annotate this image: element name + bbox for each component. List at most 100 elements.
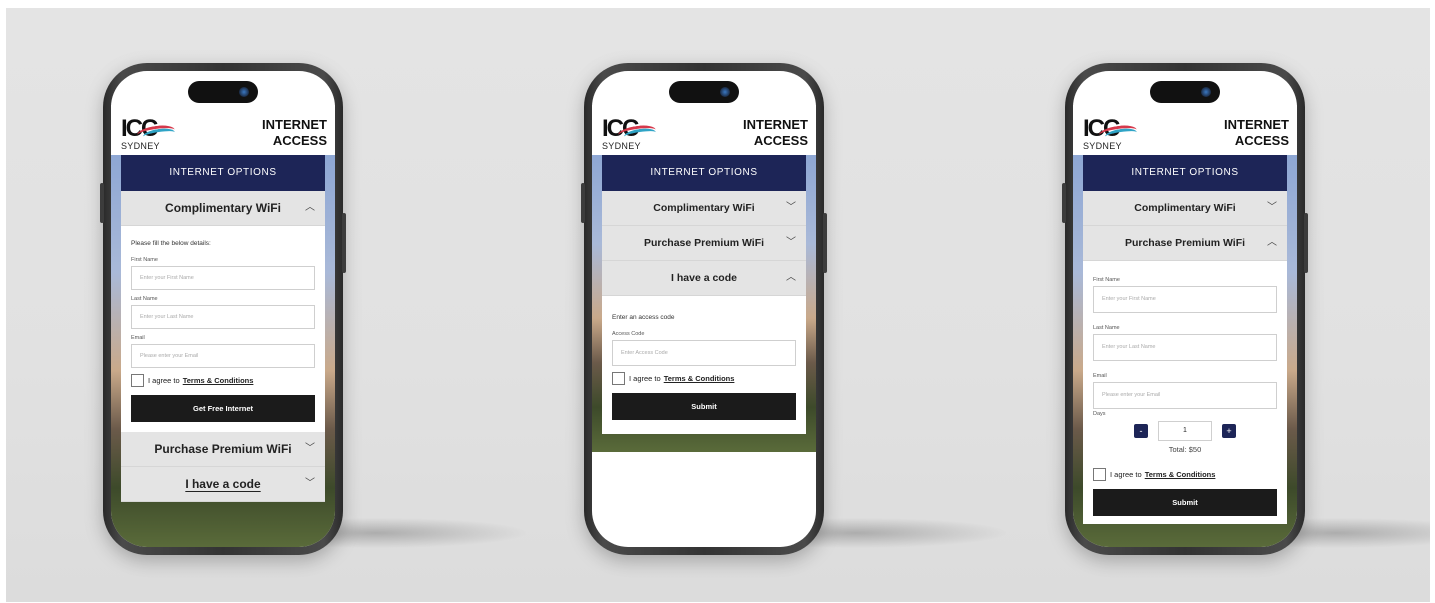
side-button	[342, 213, 346, 273]
internet-options-header: INTERNET OPTIONS	[121, 155, 325, 191]
logo-city: SYDNEY	[1083, 141, 1122, 151]
title-line-2: ACCESS	[272, 133, 327, 148]
phone-screen: ICC SYDNEY INTERNET ACCESS INTERNET OPTI…	[592, 71, 816, 547]
accordion-label: Purchase Premium WiFi	[643, 237, 765, 249]
options-panel: INTERNET OPTIONS Complimentary WiFi ﹀ Pu…	[602, 155, 806, 434]
increment-button[interactable]: +	[1222, 424, 1236, 438]
form-intro: Enter an access code	[612, 314, 675, 321]
terms-agreement: I agree to Terms & Conditions	[612, 372, 796, 385]
last-name-label: Last Name	[131, 296, 158, 302]
access-code-input[interactable]: Enter Access Code	[612, 340, 796, 366]
accordion-label: Purchase Premium WiFi	[1124, 237, 1246, 249]
title-line-2: ACCESS	[753, 133, 808, 148]
days-label: Days	[1093, 411, 1106, 417]
chevron-up-icon: ︿	[1267, 237, 1277, 248]
title-line-1: INTERNET	[1224, 117, 1289, 132]
premium-form: First Name Enter your First Name Last Na…	[1083, 261, 1287, 524]
decrement-button[interactable]: -	[1134, 424, 1148, 438]
phone-complimentary: ICC SYDNEY INTERNET ACCESS INTERNET OPTI…	[100, 63, 346, 555]
terms-agreement: I agree to Terms & Conditions	[1093, 468, 1277, 481]
first-name-input[interactable]: Enter your First Name	[1093, 286, 1277, 313]
accordion-complimentary-wifi[interactable]: Complimentary WiFi ﹀	[1083, 191, 1287, 226]
options-panel: INTERNET OPTIONS Complimentary WiFi ︿ Pl…	[121, 155, 325, 502]
accordion-label: Purchase Premium WiFi	[154, 442, 292, 456]
terms-checkbox[interactable]	[612, 372, 625, 385]
phone-screen: ICC SYDNEY INTERNET ACCESS INTERNET OPTI…	[111, 71, 335, 547]
access-code-form: Enter an access code Access Code Enter A…	[602, 296, 806, 434]
accordion-complimentary-wifi[interactable]: Complimentary WiFi ﹀	[602, 191, 806, 226]
chevron-down-icon: ﹀	[305, 443, 315, 454]
last-name-input[interactable]: Enter your Last Name	[131, 305, 315, 329]
camera-icon	[239, 87, 249, 97]
days-stepper: - 1 +	[1093, 421, 1277, 441]
first-name-label: First Name	[1093, 277, 1120, 283]
accordion-complimentary-wifi[interactable]: Complimentary WiFi ︿	[121, 191, 325, 226]
last-name-input[interactable]: Enter your Last Name	[1093, 334, 1277, 361]
side-button	[823, 213, 827, 273]
title-line-1: INTERNET	[262, 117, 327, 132]
get-free-internet-button[interactable]: Get Free Internet	[131, 395, 315, 422]
total-price: Total: $50	[1168, 445, 1202, 454]
options-panel: INTERNET OPTIONS Complimentary WiFi ﹀ Pu…	[1083, 155, 1287, 524]
accordion-label: Complimentary WiFi	[1134, 202, 1236, 214]
chevron-up-icon: ︿	[305, 202, 315, 213]
site-header: ICC SYDNEY INTERNET ACCESS	[592, 105, 816, 155]
icc-sydney-logo[interactable]: ICC SYDNEY	[121, 117, 176, 153]
accordion-premium-wifi[interactable]: Purchase Premium WiFi ﹀	[602, 226, 806, 261]
email-input[interactable]: Please enter your Email	[1093, 382, 1277, 409]
accordion-label: Complimentary WiFi	[653, 202, 755, 214]
form-intro: Please fill the below details:	[131, 240, 211, 247]
chevron-down-icon: ﹀	[786, 237, 796, 248]
internet-options-header: INTERNET OPTIONS	[1083, 155, 1287, 191]
mockup-scene: ICC SYDNEY INTERNET ACCESS INTERNET OPTI…	[6, 8, 1430, 602]
phone-screen: ICC SYDNEY INTERNET ACCESS INTERNET OPTI…	[1073, 71, 1297, 547]
side-button	[100, 183, 104, 223]
agree-text: I agree to	[148, 376, 180, 385]
logo-city: SYDNEY	[121, 141, 160, 151]
terms-link[interactable]: Terms & Conditions	[183, 376, 254, 385]
phone-access-code: ICC SYDNEY INTERNET ACCESS INTERNET OPTI…	[581, 63, 827, 555]
submit-button[interactable]: Submit	[1093, 489, 1277, 516]
dynamic-island	[669, 81, 739, 103]
page-title: INTERNET ACCESS	[262, 117, 327, 149]
dynamic-island	[1150, 81, 1220, 103]
first-name-label: First Name	[131, 257, 158, 263]
site-header: ICC SYDNEY INTERNET ACCESS	[1073, 105, 1297, 155]
terms-agreement: I agree to Terms & Conditions	[131, 374, 315, 387]
accordion-premium-wifi[interactable]: Purchase Premium WiFi ︿	[1083, 226, 1287, 261]
title-line-1: INTERNET	[743, 117, 808, 132]
terms-link[interactable]: Terms & Conditions	[664, 374, 735, 383]
terms-checkbox[interactable]	[1093, 468, 1106, 481]
email-input[interactable]: Please enter your Email	[131, 344, 315, 368]
chevron-up-icon: ︿	[786, 272, 796, 283]
access-code-label: Access Code	[612, 331, 645, 337]
title-line-2: ACCESS	[1234, 133, 1289, 148]
submit-button[interactable]: Submit	[612, 393, 796, 420]
side-button	[1304, 213, 1308, 273]
camera-icon	[720, 87, 730, 97]
accordion-label: I have a code	[185, 477, 261, 491]
first-name-input[interactable]: Enter your First Name	[131, 266, 315, 290]
last-name-label: Last Name	[1093, 325, 1120, 331]
side-button	[1062, 183, 1066, 223]
phone-premium: ICC SYDNEY INTERNET ACCESS INTERNET OPTI…	[1062, 63, 1308, 555]
complimentary-form: Please fill the below details: First Nam…	[121, 226, 325, 432]
terms-checkbox[interactable]	[131, 374, 144, 387]
site-header: ICC SYDNEY INTERNET ACCESS	[111, 105, 335, 155]
icc-sydney-logo[interactable]: ICC SYDNEY	[602, 117, 657, 153]
days-quantity-input[interactable]: 1	[1158, 421, 1212, 441]
email-label: Email	[131, 335, 145, 341]
chevron-down-icon: ﹀	[786, 202, 796, 213]
chevron-down-icon: ﹀	[1267, 202, 1277, 213]
terms-link[interactable]: Terms & Conditions	[1145, 470, 1216, 479]
logo-city: SYDNEY	[602, 141, 641, 151]
agree-text: I agree to	[629, 374, 661, 383]
dynamic-island	[188, 81, 258, 103]
internet-options-header: INTERNET OPTIONS	[602, 155, 806, 191]
accordion-have-code[interactable]: I have a code ﹀	[121, 467, 325, 502]
camera-icon	[1201, 87, 1211, 97]
accordion-label: Complimentary WiFi	[165, 201, 281, 215]
accordion-premium-wifi[interactable]: Purchase Premium WiFi ﹀	[121, 432, 325, 467]
accordion-have-code[interactable]: I have a code ︿	[602, 261, 806, 296]
icc-sydney-logo[interactable]: ICC SYDNEY	[1083, 117, 1138, 153]
